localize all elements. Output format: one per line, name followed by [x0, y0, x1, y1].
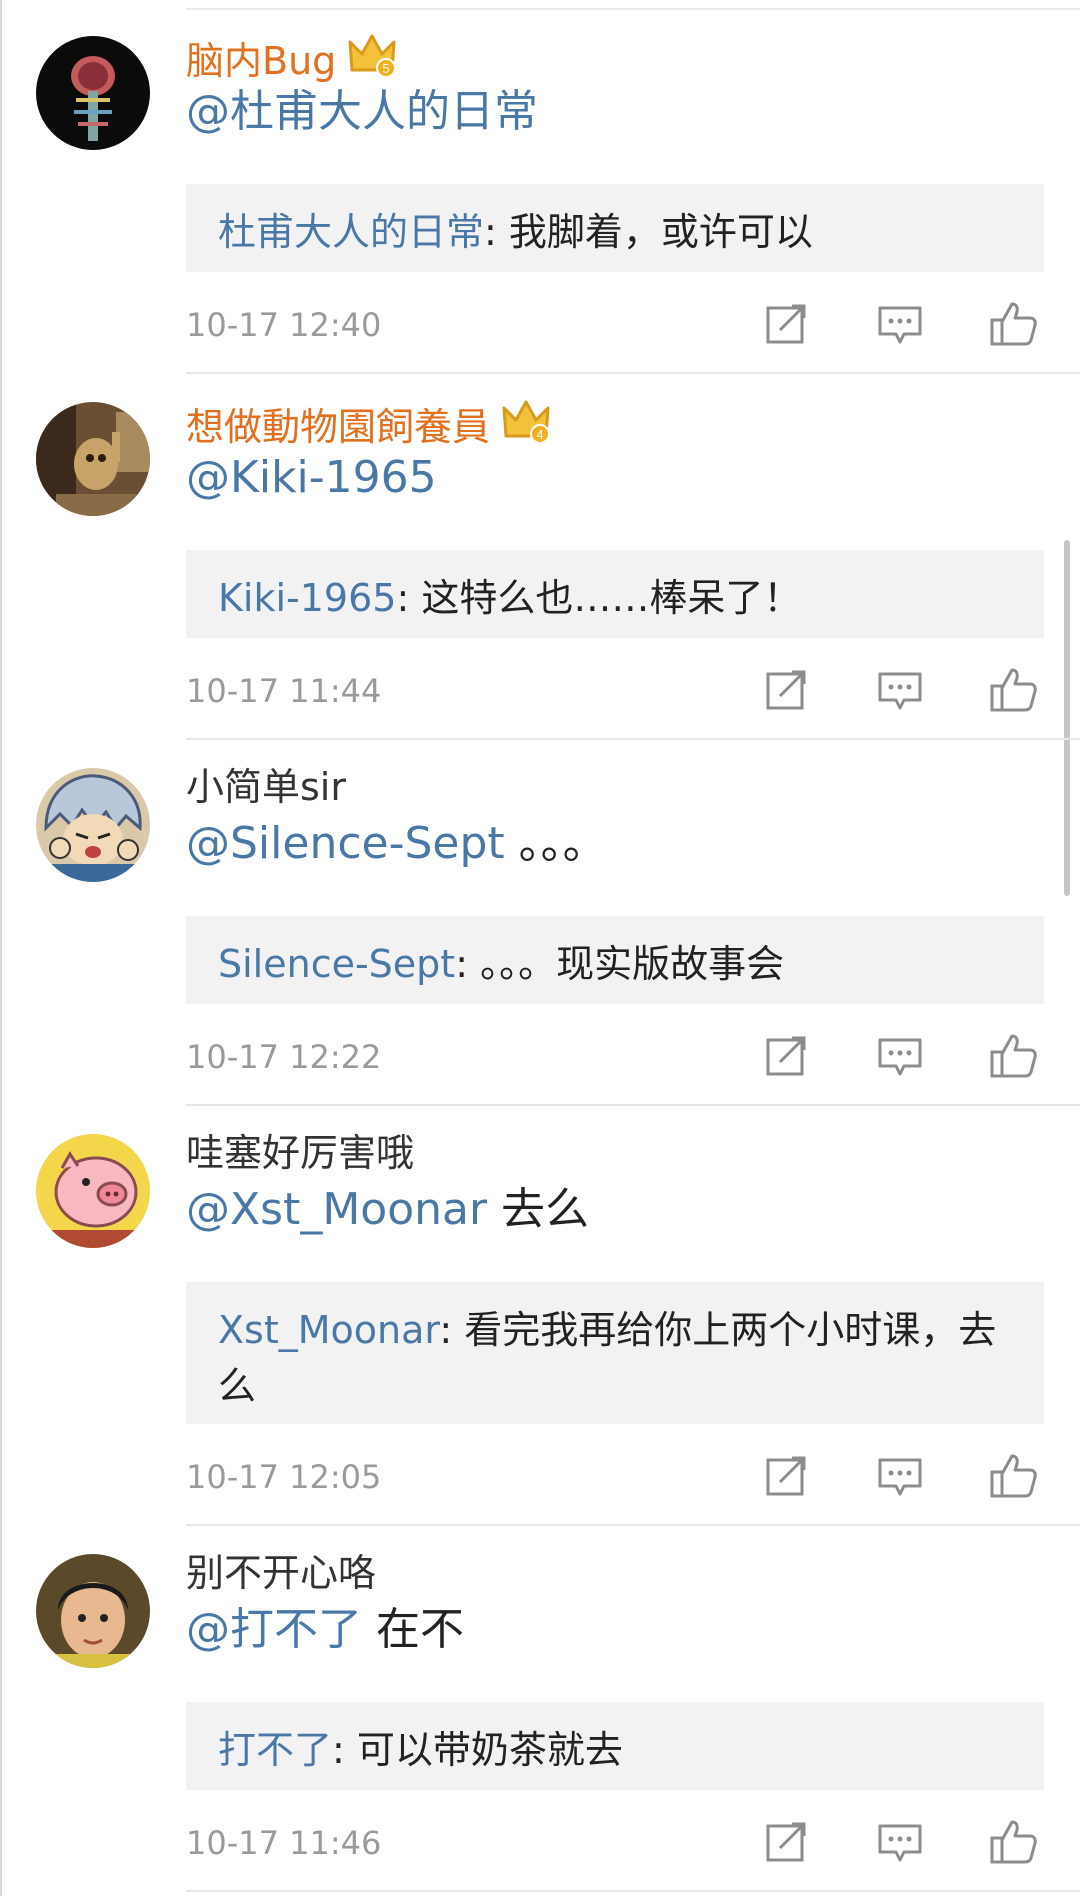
scrollbar[interactable]: [1064, 540, 1070, 896]
quoted-user-link[interactable]: 杜甫大人的日常: [218, 210, 484, 254]
top-divider: [186, 8, 1080, 10]
comment-divider: [186, 738, 1080, 740]
vip-crown-icon: 5: [346, 30, 398, 80]
comment-actions: [760, 298, 1040, 350]
comment-divider: [186, 1524, 1080, 1526]
thumbs-up-icon[interactable]: [988, 1816, 1040, 1868]
reply-text: @杜甫大人的日常: [186, 84, 538, 140]
reply-text: @Silence-Sept 。。。: [186, 818, 607, 869]
timestamp: 10-17 12:40: [186, 306, 382, 344]
comment-icon[interactable]: [874, 1450, 926, 1502]
comment-divider: [186, 1890, 1080, 1892]
comment-divider: [186, 372, 1080, 374]
mention-link[interactable]: @Silence-Sept: [186, 818, 505, 869]
quoted-user-link[interactable]: Xst_Moonar: [218, 1308, 439, 1352]
thumbs-up-icon[interactable]: [988, 1450, 1040, 1502]
comment-icon[interactable]: [874, 298, 926, 350]
username[interactable]: 哇塞好厉害哦: [186, 1128, 414, 1178]
quoted-comment[interactable]: Xst_Moonar: 看完我再给你上两个小时课，去么: [186, 1282, 1044, 1424]
reply-text: @打不了 在不: [186, 1604, 464, 1655]
mention-link[interactable]: @杜甫大人的日常: [186, 86, 538, 137]
username[interactable]: 小简单sir: [186, 762, 346, 812]
comment-list-page: 脑内Bug 5 @杜甫大人的日常 杜甫大人的日常: 我脚着，或许可以 10-17 …: [0, 0, 1080, 1896]
comment-actions: [760, 1816, 1040, 1868]
timestamp: 10-17 11:46: [186, 1824, 382, 1862]
vip-level: 4: [536, 427, 543, 442]
quoted-user-link[interactable]: Kiki-1965: [218, 576, 396, 620]
quoted-comment[interactable]: Silence-Sept: 。。。现实版故事会: [186, 916, 1044, 1004]
timestamp: 10-17 11:44: [186, 672, 382, 710]
username[interactable]: 想做動物園飼養員 4: [186, 396, 552, 452]
timestamp: 10-17 12:05: [186, 1458, 382, 1496]
username[interactable]: 别不开心咯: [186, 1548, 376, 1598]
username[interactable]: 脑内Bug 5: [186, 30, 398, 86]
quoted-comment[interactable]: 打不了: 可以带奶茶就去: [186, 1702, 1044, 1790]
quoted-user-link[interactable]: Silence-Sept: [218, 942, 455, 986]
comment-icon[interactable]: [874, 664, 926, 716]
share-icon[interactable]: [760, 1816, 812, 1868]
share-icon[interactable]: [760, 664, 812, 716]
comment-icon[interactable]: [874, 1816, 926, 1868]
timestamp: 10-17 12:22: [186, 1038, 382, 1076]
mention-link[interactable]: @打不了: [186, 1604, 362, 1655]
share-icon[interactable]: [760, 1030, 812, 1082]
share-icon[interactable]: [760, 1450, 812, 1502]
mention-link[interactable]: @Kiki-1965: [186, 452, 437, 503]
comment-actions: [760, 1030, 1040, 1082]
comment-actions: [760, 1450, 1040, 1502]
reply-text: @Kiki-1965: [186, 450, 437, 506]
avatar[interactable]: [36, 1554, 150, 1668]
thumbs-up-icon[interactable]: [988, 664, 1040, 716]
mention-link[interactable]: @Xst_Moonar: [186, 1184, 487, 1235]
comment-actions: [760, 664, 1040, 716]
vip-crown-icon: 4: [500, 396, 552, 446]
avatar[interactable]: [36, 1134, 150, 1248]
quoted-comment[interactable]: 杜甫大人的日常: 我脚着，或许可以: [186, 184, 1044, 272]
left-edge: [0, 0, 2, 1896]
thumbs-up-icon[interactable]: [988, 1030, 1040, 1082]
avatar[interactable]: [36, 768, 150, 882]
avatar[interactable]: [36, 402, 150, 516]
reply-text: @Xst_Moonar 去么: [186, 1184, 590, 1235]
quoted-user-link[interactable]: 打不了: [218, 1728, 332, 1772]
share-icon[interactable]: [760, 298, 812, 350]
quoted-comment[interactable]: Kiki-1965: 这特么也……棒呆了！: [186, 550, 1044, 638]
comment-divider: [186, 1104, 1080, 1106]
vip-level: 5: [383, 61, 390, 76]
comment-icon[interactable]: [874, 1030, 926, 1082]
avatar[interactable]: [36, 36, 150, 150]
thumbs-up-icon[interactable]: [988, 298, 1040, 350]
